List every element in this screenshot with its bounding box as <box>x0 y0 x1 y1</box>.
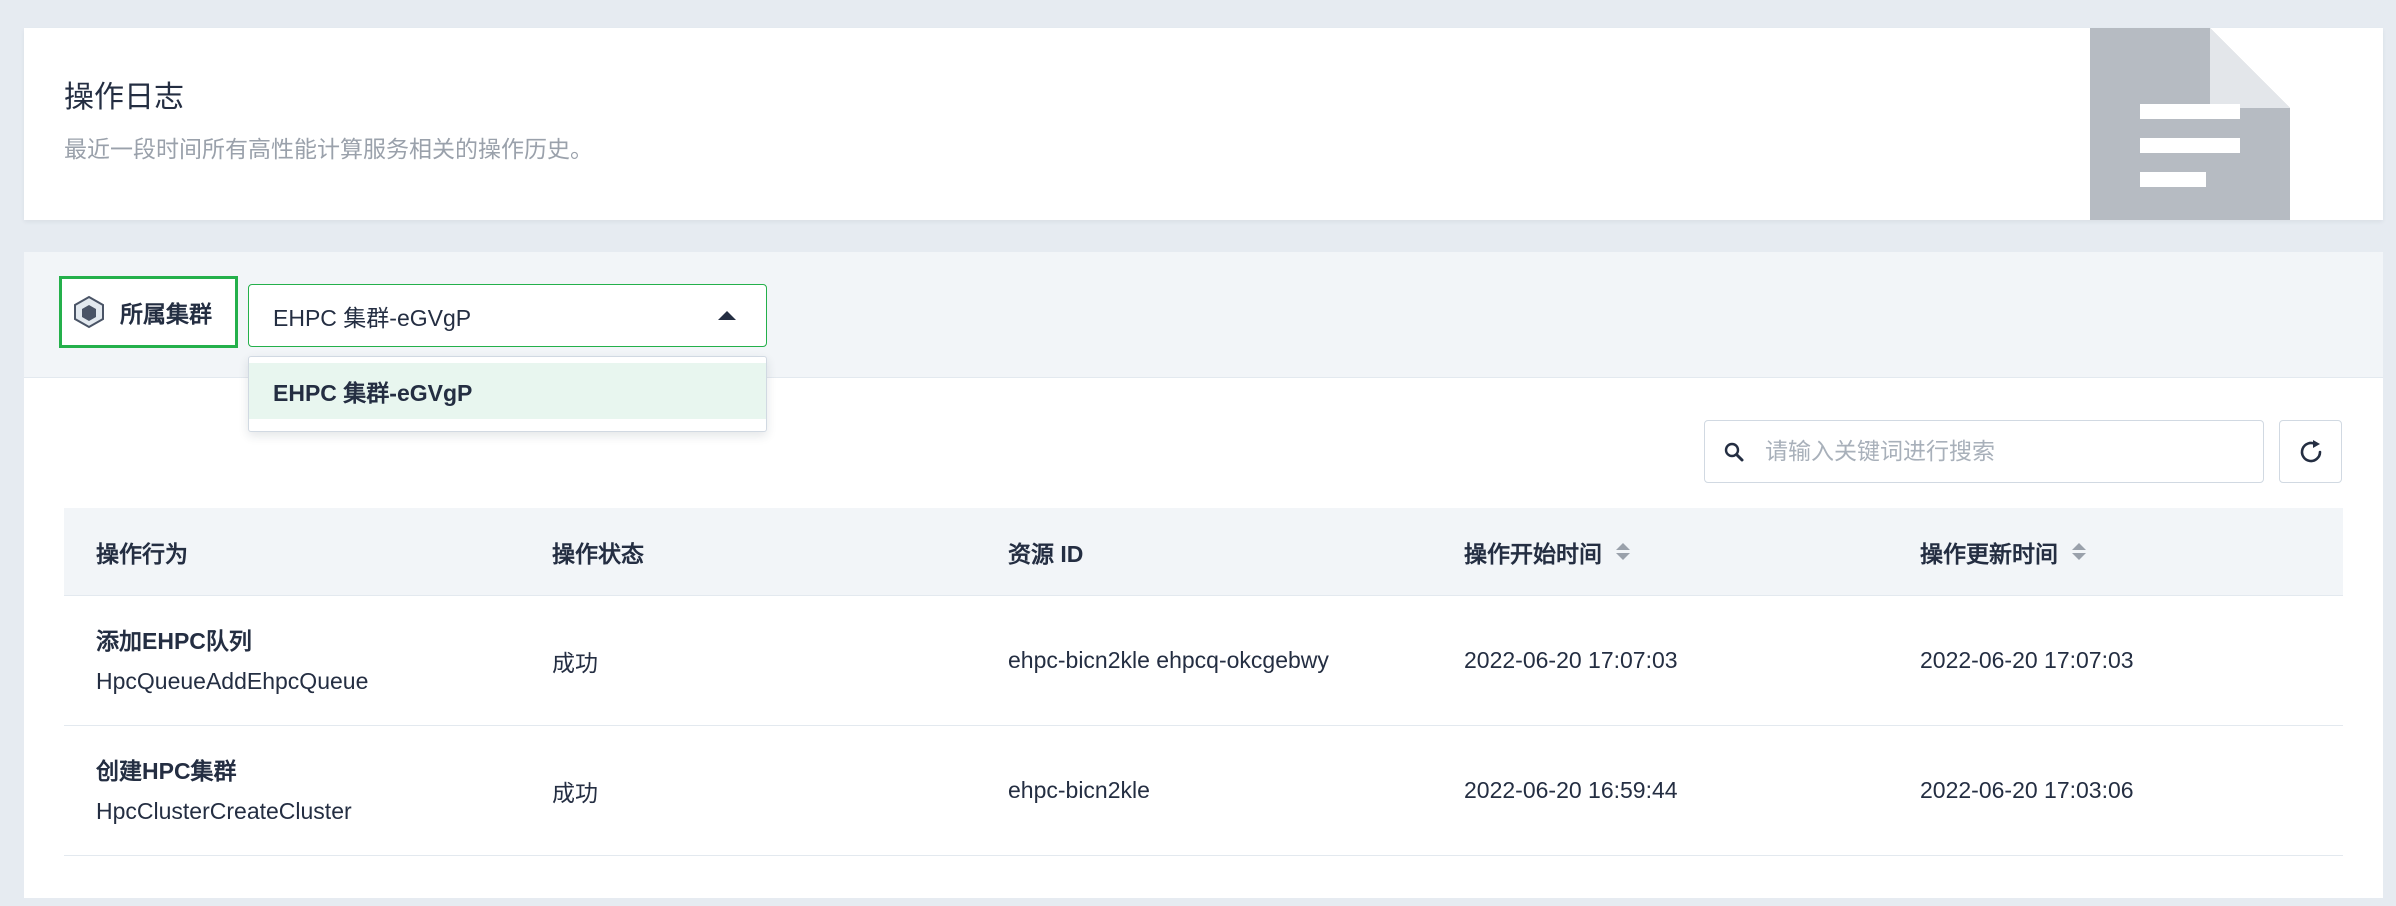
table-header: 操作行为 操作状态 资源 ID 操作开始时间 操作更新时间 <box>64 508 2343 596</box>
column-header-resource-id: 资源 ID <box>976 535 1432 569</box>
operation-log-table: 操作行为 操作状态 资源 ID 操作开始时间 操作更新时间 添加EHPC队列 H… <box>64 508 2343 856</box>
resource-id-cell: ehpc-bicn2kle <box>1008 777 1150 803</box>
cube-icon <box>74 295 104 329</box>
cluster-option[interactable]: EHPC 集群-eGVgP <box>249 363 766 419</box>
sort-icon[interactable] <box>2072 543 2086 560</box>
action-name: 创建HPC集群 <box>96 757 237 784</box>
page-title: 操作日志 <box>64 81 184 114</box>
action-name: 添加EHPC队列 <box>96 627 252 654</box>
status-cell: 成功 <box>552 779 598 806</box>
cluster-select-value: EHPC 集群-eGVgP <box>273 304 472 331</box>
column-header-update-time[interactable]: 操作更新时间 <box>1888 535 2343 569</box>
operation-log-panel: 所属集群 EHPC 集群-eGVgP EHPC 集群-eGVgP 操作行为 操作… <box>24 252 2383 898</box>
search-icon <box>1724 442 1744 461</box>
cluster-filter-label: 所属集群 <box>59 276 238 348</box>
action-cell: 添加EHPC队列 HpcQueueAddEhpcQueue <box>64 621 520 701</box>
cluster-dropdown: EHPC 集群-eGVgP <box>248 356 767 432</box>
column-header-label: 操作行为 <box>96 540 188 567</box>
resource-id-cell: ehpc-bicn2kle ehpcq-okcgebwy <box>1008 647 1329 673</box>
table-row: 添加EHPC队列 HpcQueueAddEhpcQueue 成功 ehpc-bi… <box>64 596 2343 726</box>
action-code: HpcClusterCreateCluster <box>96 797 352 824</box>
search-input-wrapper[interactable] <box>1704 420 2264 483</box>
sort-icon[interactable] <box>1616 543 1630 560</box>
status-cell: 成功 <box>552 649 598 676</box>
action-code: HpcQueueAddEhpcQueue <box>96 667 369 694</box>
column-header-action: 操作行为 <box>64 535 520 569</box>
refresh-button[interactable] <box>2279 420 2342 483</box>
column-header-label: 操作状态 <box>552 540 644 567</box>
column-header-label: 操作开始时间 <box>1464 540 1602 567</box>
cluster-filter-label-text: 所属集群 <box>120 301 212 327</box>
update-time-cell: 2022-06-20 17:03:06 <box>1920 777 2134 803</box>
column-header-status: 操作状态 <box>520 535 976 569</box>
start-time-cell: 2022-06-20 17:07:03 <box>1464 647 1678 673</box>
page-description: 最近一段时间所有高性能计算服务相关的操作历史。 <box>64 136 593 162</box>
page-header: 操作日志 最近一段时间所有高性能计算服务相关的操作历史。 <box>24 28 2383 220</box>
refresh-icon <box>2300 439 2321 462</box>
table-row: 创建HPC集群 HpcClusterCreateCluster 成功 ehpc-… <box>64 726 2343 856</box>
action-cell: 创建HPC集群 HpcClusterCreateCluster <box>64 751 520 831</box>
column-header-label: 资源 ID <box>1008 540 1084 567</box>
chevron-up-icon <box>718 311 736 320</box>
start-time-cell: 2022-06-20 16:59:44 <box>1464 777 1678 803</box>
column-header-start-time[interactable]: 操作开始时间 <box>1432 535 1888 569</box>
cluster-select[interactable]: EHPC 集群-eGVgP <box>248 284 767 347</box>
column-header-label: 操作更新时间 <box>1920 540 2058 567</box>
document-icon <box>2090 28 2290 220</box>
search-input[interactable] <box>1765 431 2245 472</box>
update-time-cell: 2022-06-20 17:07:03 <box>1920 647 2134 673</box>
